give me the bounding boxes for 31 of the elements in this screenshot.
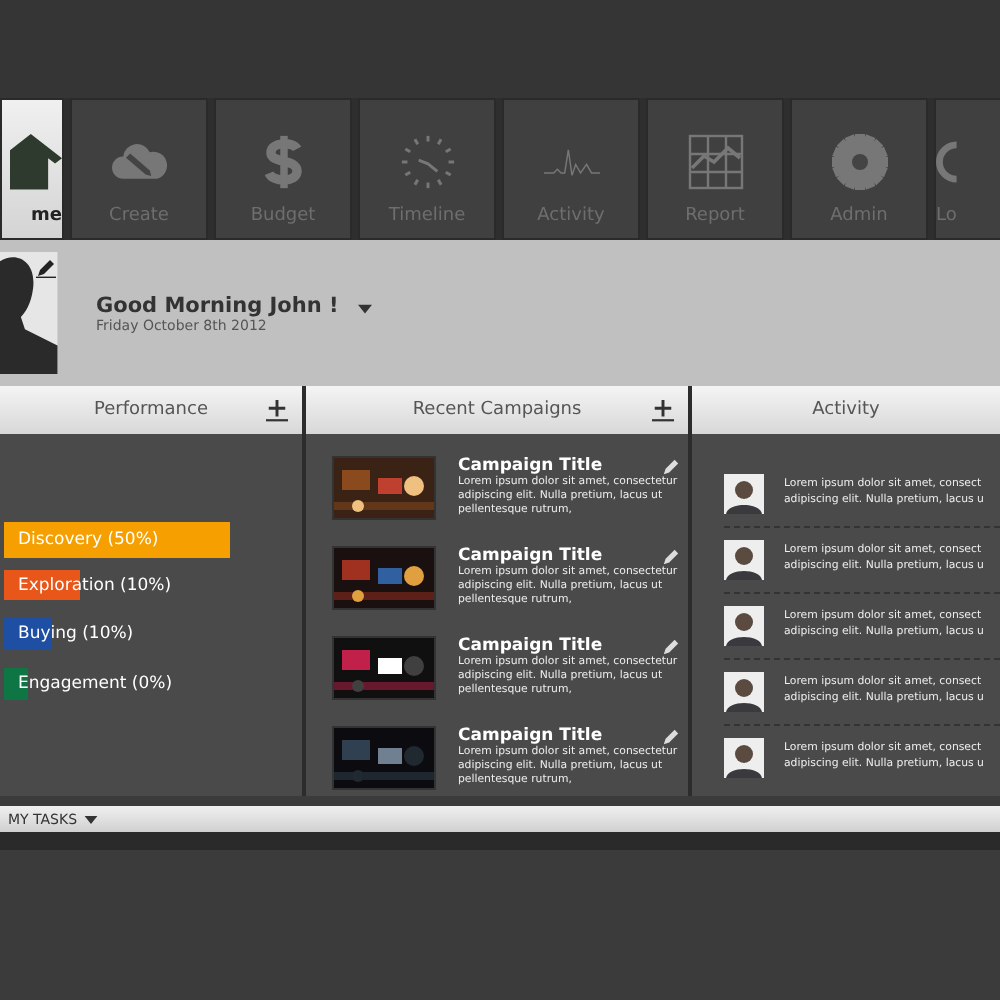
campaign-title: Campaign Title [458,546,603,566]
avatar [724,672,764,712]
settings-icon [831,134,887,190]
line-chart-icon [687,134,743,190]
edit-icon[interactable] [662,638,680,656]
nav-tab[interactable]: me [0,98,64,240]
avatar [724,540,764,580]
greeting: Good Morning John ! [96,293,339,317]
progress-label: Buying (10%) [16,624,134,644]
house-icon [10,130,62,190]
progress-label: Engagement (0%) [16,674,173,694]
clock-icon [399,134,455,190]
add-icon[interactable] [652,398,674,422]
panel-title: Activity [812,400,880,420]
progress-label: Discovery (50%) [16,530,159,550]
campaign-title: Campaign Title [458,456,603,476]
avatar [724,738,764,778]
edit-icon[interactable] [662,458,680,476]
edit-icon[interactable] [662,548,680,566]
avatar [0,252,58,374]
edit-icon[interactable] [662,728,680,746]
edit-icon[interactable] [36,258,56,278]
panel-title: Performance [93,400,209,420]
caret-icon[interactable] [358,304,373,314]
add-icon[interactable] [266,398,288,422]
campaign-title: Campaign Title [458,726,603,746]
avatar [724,606,764,646]
caret-icon[interactable] [83,815,98,823]
campaign-title: Campaign Title [458,636,603,656]
avatar [724,474,764,514]
panel-title: Recent Campaigns [412,400,582,420]
